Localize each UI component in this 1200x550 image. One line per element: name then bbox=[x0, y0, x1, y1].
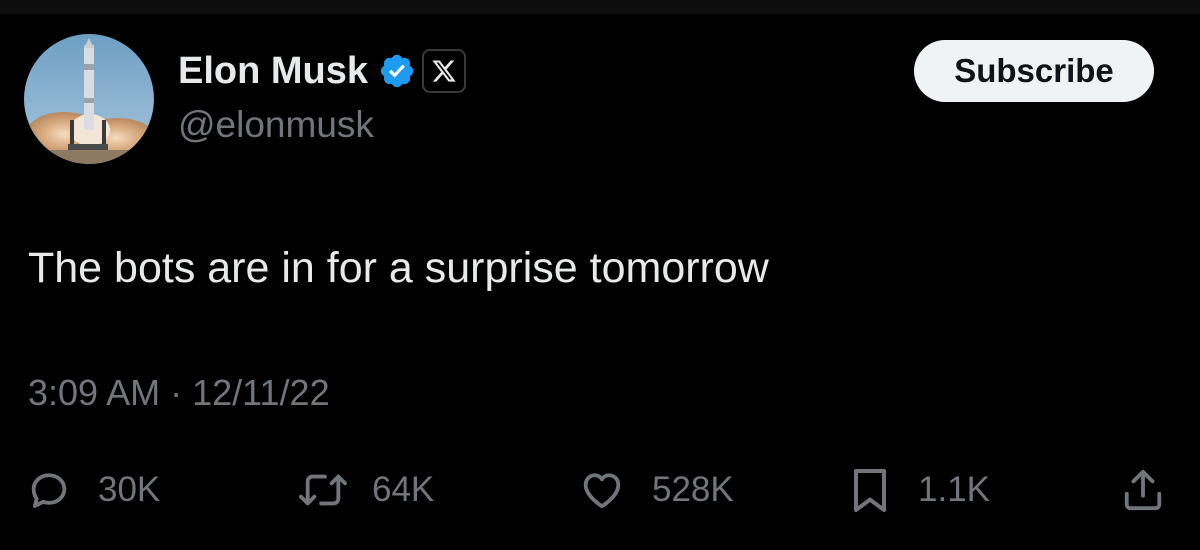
like-count: 528K bbox=[652, 470, 734, 509]
reply-count: 30K bbox=[98, 470, 161, 509]
subscribe-button[interactable]: Subscribe bbox=[914, 40, 1154, 102]
reply-button[interactable]: 30K bbox=[26, 466, 160, 514]
repost-count: 64K bbox=[372, 470, 435, 509]
verified-badge-icon[interactable] bbox=[378, 52, 416, 90]
author-handle[interactable]: @elonmusk bbox=[178, 104, 374, 146]
author-display-name[interactable]: Elon Musk bbox=[178, 50, 368, 93]
rocket-launch-avatar-image bbox=[24, 34, 154, 164]
reply-icon bbox=[26, 467, 72, 513]
heart-icon bbox=[578, 467, 626, 513]
bookmark-count: 1.1K bbox=[918, 470, 990, 509]
share-icon bbox=[1120, 466, 1166, 514]
share-button[interactable] bbox=[1120, 466, 1166, 514]
tweet-date: 12/11/22 bbox=[192, 372, 330, 413]
tweet-time: 3:09 AM bbox=[28, 372, 161, 413]
timestamp-separator: · bbox=[170, 372, 183, 413]
repost-button[interactable]: 64K bbox=[296, 466, 434, 514]
bookmark-button[interactable]: 1.1K bbox=[848, 466, 990, 514]
like-button[interactable]: 528K bbox=[578, 466, 734, 514]
top-status-strip bbox=[0, 0, 1200, 14]
x-logo-icon[interactable] bbox=[422, 49, 467, 93]
avatar[interactable] bbox=[24, 34, 154, 164]
repost-icon bbox=[296, 467, 350, 513]
bookmark-icon bbox=[848, 466, 892, 514]
author-name-row: Elon Musk bbox=[178, 48, 467, 94]
tweet-text: The bots are in for a surprise tomorrow bbox=[28, 244, 769, 292]
tweet-timestamp[interactable]: 3:09 AM · 12/11/22 bbox=[28, 372, 330, 414]
